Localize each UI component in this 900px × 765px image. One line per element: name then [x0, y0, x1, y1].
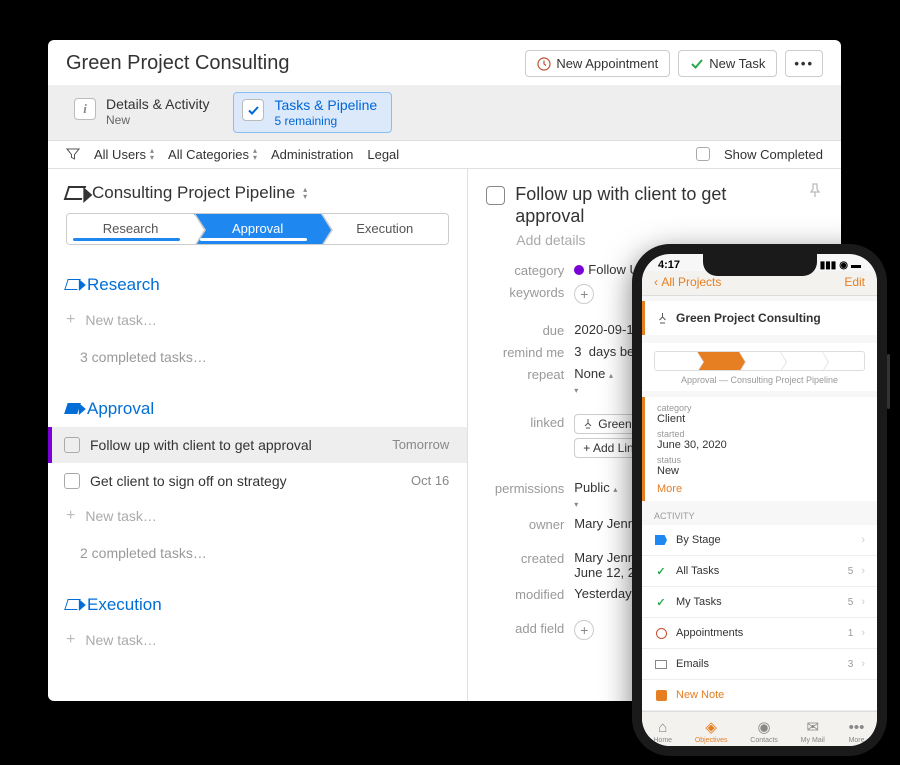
add-keyword-button[interactable]: + — [574, 284, 594, 304]
new-task-input[interactable]: +New task… — [48, 499, 467, 533]
phone-tab-more[interactable]: •••More — [848, 718, 866, 744]
phone-tab-bar: ⌂Home ◈Objectives ◉Contacts ✉My Mail •••… — [642, 711, 877, 746]
tab-details-activity[interactable]: Details & Activity New — [66, 92, 223, 133]
category-color-icon — [574, 265, 584, 275]
task-checkbox[interactable] — [64, 437, 80, 453]
chevron-right-icon: › — [861, 534, 865, 546]
section-execution[interactable]: Execution — [48, 573, 467, 623]
checkmark-icon: ✓ — [654, 595, 668, 609]
checkmark-icon: ✓ — [654, 564, 668, 578]
filter-bar: All Users▴▾ All Categories▴▾ Administrat… — [48, 141, 841, 169]
stage-research[interactable]: Research — [67, 214, 194, 244]
phone-mockup: 4:17 ▮▮▮◉▬ ‹ All Projects Edit Green Pro… — [632, 244, 887, 756]
task-row[interactable]: Follow up with client to get approval To… — [48, 427, 467, 463]
checkmark-icon — [690, 57, 704, 71]
chevron-right-icon: › — [861, 658, 865, 670]
battery-icon: ▬ — [851, 260, 861, 271]
section-approval[interactable]: Approval — [48, 377, 467, 427]
page-title: Green Project Consulting — [66, 52, 517, 75]
filter-administration[interactable]: Administration — [271, 147, 353, 162]
phone-more-link[interactable]: More — [657, 481, 865, 495]
signal-icon: ▮▮▮ — [820, 260, 837, 271]
stage-approval[interactable]: Approval — [194, 214, 321, 244]
stage-icon — [655, 535, 667, 545]
pipeline-stages: Research Approval Execution — [66, 213, 449, 245]
phone-time: 4:17 — [658, 259, 680, 271]
task-list-pane: Consulting Project Pipeline ▴▾ Research … — [48, 169, 468, 701]
mail-icon — [655, 660, 667, 669]
mail-icon: ✉ — [804, 718, 822, 736]
info-icon — [74, 98, 96, 120]
phone-activity-label: ACTIVITY — [642, 501, 877, 525]
chevron-right-icon: › — [861, 596, 865, 608]
chevron-right-icon: › — [861, 627, 865, 639]
window-header: Green Project Consulting New Appointment… — [48, 40, 841, 85]
more-button[interactable]: ••• — [785, 50, 823, 77]
objectives-icon: ◈ — [702, 718, 720, 736]
funnel-icon[interactable] — [66, 147, 80, 161]
phone-row-my-tasks[interactable]: ✓My Tasks5› — [642, 587, 877, 618]
phone-row-by-stage[interactable]: By Stage› — [642, 525, 877, 556]
filter-categories[interactable]: All Categories▴▾ — [168, 147, 257, 162]
tag-icon — [64, 403, 81, 414]
phone-edit-button[interactable]: Edit — [844, 275, 865, 289]
phone-row-all-tasks[interactable]: ✓All Tasks5› — [642, 556, 877, 587]
tab-tasks-pipeline[interactable]: Tasks & Pipeline 5 remaining — [233, 92, 392, 133]
task-row[interactable]: Get client to sign off on strategy Oct 1… — [48, 463, 467, 499]
pipeline-selector[interactable]: Consulting Project Pipeline ▴▾ — [48, 169, 467, 213]
contacts-icon: ◉ — [755, 718, 773, 736]
pin-icon[interactable] — [807, 183, 823, 199]
plus-icon: + — [66, 507, 75, 525]
phone-row-new-note[interactable]: New Note — [642, 680, 877, 711]
new-appointment-button[interactable]: New Appointment — [525, 50, 670, 77]
more-icon: ••• — [848, 718, 866, 736]
plus-icon: + — [66, 311, 75, 329]
filter-users[interactable]: All Users▴▾ — [94, 147, 154, 162]
wifi-icon: ◉ — [839, 260, 848, 271]
new-task-button[interactable]: New Task — [678, 50, 777, 77]
phone-tab-mail[interactable]: ✉My Mail — [801, 718, 825, 744]
phone-pipeline[interactable] — [654, 351, 865, 371]
phone-pipeline-label: Approval — Consulting Project Pipeline — [654, 375, 865, 385]
phone-tab-objectives[interactable]: ◈Objectives — [695, 718, 728, 744]
clock-icon — [537, 57, 551, 71]
show-completed-label: Show Completed — [724, 147, 823, 162]
add-field-button[interactable]: + — [574, 620, 594, 640]
phone-back-button[interactable]: ‹ All Projects — [654, 275, 721, 289]
chevron-left-icon: ‹ — [654, 275, 658, 289]
note-icon — [656, 690, 667, 701]
stage-execution[interactable]: Execution — [321, 214, 448, 244]
chevron-right-icon: › — [861, 565, 865, 577]
section-research[interactable]: Research — [48, 253, 467, 303]
phone-row-emails[interactable]: Emails3› — [642, 649, 877, 680]
tag-icon — [64, 599, 81, 610]
filter-legal[interactable]: Legal — [367, 147, 399, 162]
checkbox-icon — [242, 99, 264, 121]
tag-icon — [64, 186, 87, 200]
phone-activity-list: By Stage› ✓All Tasks5› ✓My Tasks5› Appoi… — [642, 525, 877, 711]
plus-icon: + — [66, 631, 75, 649]
view-tabs: Details & Activity New Tasks & Pipeline … — [48, 85, 841, 141]
completed-tasks-link[interactable]: 3 completed tasks… — [48, 337, 467, 377]
phone-tab-contacts[interactable]: ◉Contacts — [750, 718, 778, 744]
completed-tasks-link[interactable]: 2 completed tasks… — [48, 533, 467, 573]
task-title[interactable]: Follow up with client to get approval — [515, 183, 797, 228]
task-checkbox[interactable] — [64, 473, 80, 489]
task-complete-checkbox[interactable] — [486, 186, 505, 205]
tag-icon — [64, 279, 81, 290]
show-completed-checkbox[interactable] — [696, 147, 710, 161]
phone-row-appointments[interactable]: Appointments1› — [642, 618, 877, 649]
phone-project-title[interactable]: Green Project Consulting — [642, 301, 877, 335]
phone-stage — [655, 352, 697, 370]
home-icon: ⌂ — [654, 718, 672, 736]
clock-icon — [656, 628, 667, 639]
new-task-input[interactable]: +New task… — [48, 623, 467, 657]
project-icon — [657, 313, 668, 324]
phone-tab-home[interactable]: ⌂Home — [653, 718, 672, 744]
sort-icon: ▴▾ — [303, 186, 307, 200]
new-task-input[interactable]: +New task… — [48, 303, 467, 337]
phone-details-box[interactable]: category Client started June 30, 2020 st… — [642, 397, 877, 501]
